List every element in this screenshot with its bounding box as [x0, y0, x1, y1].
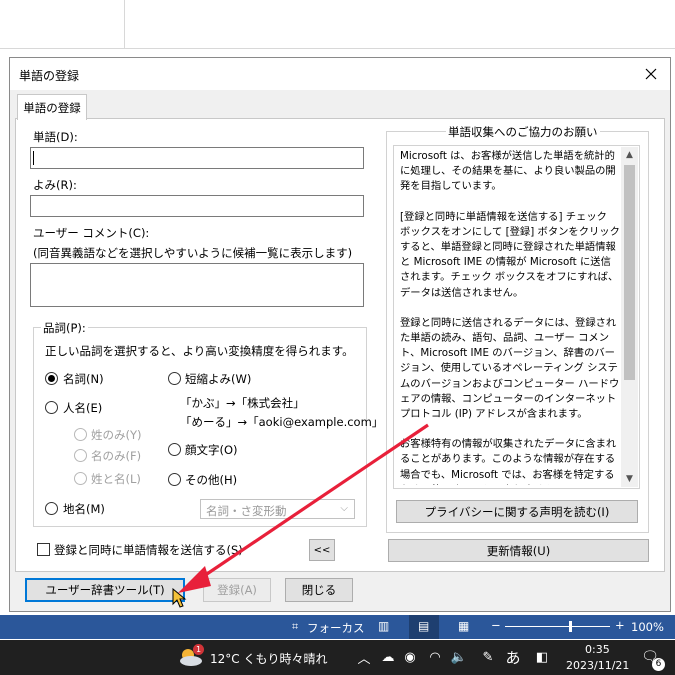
- volume-icon[interactable]: 🔈: [451, 649, 467, 665]
- tab-word-registration[interactable]: 単語の登録: [17, 94, 87, 120]
- zoom-out-icon[interactable]: −: [491, 618, 501, 632]
- clock-time[interactable]: 0:35: [585, 643, 610, 656]
- comment-label: ユーザー コメント(C):: [33, 226, 150, 240]
- zoom-level[interactable]: 100%: [631, 620, 664, 634]
- close-button[interactable]: 閉じる: [285, 578, 353, 602]
- comment-input[interactable]: [30, 263, 364, 307]
- weather-text[interactable]: 12°C くもり時々晴れ: [210, 650, 327, 667]
- surname-label: 姓のみ(Y): [91, 428, 142, 442]
- abbrev-radio[interactable]: [168, 372, 181, 385]
- scroll-down-icon[interactable]: ▼: [621, 471, 638, 487]
- word-input[interactable]: [30, 147, 364, 169]
- mouse-cursor-icon: [172, 588, 187, 608]
- dialog-title: 単語の登録: [19, 69, 80, 83]
- web-layout-icon[interactable]: ▦: [458, 619, 469, 633]
- other-radio[interactable]: [168, 473, 181, 486]
- info-paragraph: 登録と同時に送信されるデータには、登録された単語の読み、語句、品詞、ユーザー コ…: [400, 316, 620, 421]
- givenname-radio[interactable]: [74, 449, 87, 462]
- title-bar: 単語の登録: [10, 58, 670, 90]
- background-rule: [0, 48, 675, 49]
- wifi-icon[interactable]: ◠: [427, 649, 443, 665]
- emoticon-label: 顔文字(O): [185, 443, 238, 457]
- weather-badge: 1: [193, 644, 204, 655]
- chevron-up-icon[interactable]: ︿: [356, 649, 372, 667]
- security-icon[interactable]: ◉: [402, 649, 418, 665]
- update-info-button[interactable]: 更新情報(U): [388, 539, 649, 562]
- info-paragraph: [登録と同時に単語情報を送信する] チェック ボックスをオンにして [登録] ボ…: [400, 210, 620, 299]
- collapse-button[interactable]: <<: [309, 539, 335, 561]
- close-icon[interactable]: [634, 60, 668, 88]
- info-text: Microsoft は、お客様が送信した単語を統計的に処理し、その結果を基に、よ…: [400, 149, 620, 485]
- abbrev-example-1: 「かぶ」→「株式会社」: [180, 396, 305, 410]
- other-pos-select[interactable]: 名詞・さ変形動 ⌵: [200, 499, 355, 519]
- person-radio[interactable]: [45, 401, 58, 414]
- emoticon-radio[interactable]: [168, 443, 181, 456]
- givenname-label: 名のみ(F): [91, 449, 142, 463]
- abbrev-example-2: 「めーる」→「aoki@example.com」: [180, 415, 384, 429]
- send-info-checkbox[interactable]: [37, 543, 50, 556]
- reading-label: よみ(R):: [33, 178, 77, 192]
- register-button[interactable]: 登録(A): [203, 578, 271, 602]
- privacy-button[interactable]: プライバシーに関する声明を読む(I): [396, 500, 638, 523]
- focus-mode-label[interactable]: フォーカス: [307, 620, 365, 636]
- surname-radio[interactable]: [74, 428, 87, 441]
- read-mode-icon[interactable]: ▥: [378, 619, 389, 633]
- place-radio[interactable]: [45, 502, 58, 515]
- fullname-radio[interactable]: [74, 472, 87, 485]
- pen-icon[interactable]: ✎: [480, 649, 496, 665]
- chevron-down-icon: ⌵: [340, 503, 348, 514]
- background-divider: [124, 0, 125, 48]
- info-legend: 単語収集へのご協力のお願い: [446, 124, 600, 140]
- zoom-slider[interactable]: [505, 621, 610, 632]
- notification-count: 6: [652, 658, 665, 671]
- pos-description: 正しい品詞を選択すると、より高い変換精度を得られます。: [45, 344, 354, 358]
- focus-icon[interactable]: ⌗: [292, 620, 298, 634]
- user-dictionary-tool-button[interactable]: ユーザー辞書ツール(T): [25, 578, 185, 602]
- info-scrollbar[interactable]: ▲ ▼: [621, 147, 638, 487]
- noun-radio[interactable]: [45, 372, 58, 385]
- cloud-icon[interactable]: ☁: [380, 649, 396, 665]
- word-label: 単語(D):: [33, 130, 78, 144]
- abbrev-label: 短縮よみ(W): [185, 372, 252, 386]
- person-label: 人名(E): [63, 401, 103, 415]
- noun-label: 名詞(N): [63, 372, 104, 386]
- print-layout-icon: ▤: [418, 619, 430, 633]
- text-caret: [33, 151, 34, 165]
- fullname-label: 姓と名(L): [91, 472, 141, 486]
- other-pos-value: 名詞・さ変形動: [206, 504, 287, 518]
- info-paragraph: お客様特有の情報が収集されたデータに含まれることがあります。このような情報が存在…: [400, 438, 617, 485]
- clock-date[interactable]: 2023/11/21: [566, 659, 629, 672]
- scroll-up-icon[interactable]: ▲: [621, 147, 638, 163]
- ime-mode-indicator[interactable]: あ: [505, 649, 521, 667]
- reading-input[interactable]: [30, 195, 364, 217]
- taskbar: 1 12°C くもり時々晴れ ︿ ☁ ◉ ◠ 🔈 ✎ あ ◧ 0:35 2023…: [0, 640, 675, 675]
- status-bar: ⌗ フォーカス ▥ ▤ ▦ − + 100%: [0, 615, 675, 639]
- info-paragraph: Microsoft は、お客様が送信した単語を統計的に処理し、その結果を基に、よ…: [400, 150, 616, 193]
- other-label: その他(H): [185, 473, 238, 487]
- comment-hint: (同音異義語などを選択しやすいように候補一覧に表示します): [33, 246, 353, 260]
- zoom-slider-thumb[interactable]: [569, 621, 573, 632]
- scroll-thumb[interactable]: [624, 165, 635, 380]
- ime-icon[interactable]: ◧: [534, 649, 550, 665]
- print-layout-button[interactable]: ▤: [409, 615, 439, 639]
- zoom-in-icon[interactable]: +: [615, 618, 625, 632]
- weather-icon[interactable]: 1: [178, 644, 204, 668]
- send-info-label: 登録と同時に単語情報を送信する(S): [54, 543, 243, 557]
- pos-legend: 品詞(P):: [41, 320, 88, 336]
- place-label: 地名(M): [63, 502, 105, 516]
